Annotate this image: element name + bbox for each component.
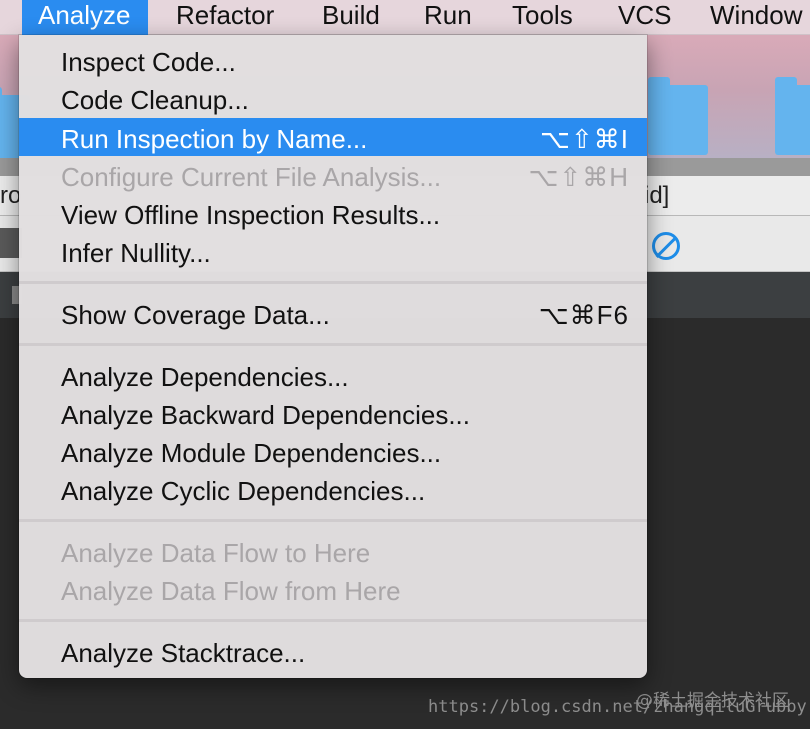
menu-item-analyze-cyclic-dependencies[interactable]: Analyze Cyclic Dependencies... — [19, 470, 647, 508]
menu-item-configure-current-file-analysis[interactable]: Configure Current File Analysis... ⌥⇧⌘H — [19, 156, 647, 194]
menu-item-label: Infer Nullity... — [61, 238, 211, 268]
menu-item-analyze-backward-dependencies[interactable]: Analyze Backward Dependencies... — [19, 394, 647, 432]
menu-separator — [19, 519, 647, 522]
analyze-dropdown-menu: Inspect Code... Code Cleanup... Run Insp… — [19, 35, 647, 678]
folder-icon — [648, 77, 708, 155]
menu-item-label: Analyze Module Dependencies... — [61, 438, 442, 468]
menu-item-label: Code Cleanup... — [61, 85, 249, 115]
menu-item-label: Analyze Data Flow to Here — [61, 538, 371, 568]
menu-item-analyze-dependencies[interactable]: Analyze Dependencies... — [19, 356, 647, 394]
menu-build[interactable]: Build — [322, 0, 380, 35]
menu-item-show-coverage-data[interactable]: Show Coverage Data... ⌥⌘F6 — [19, 294, 647, 332]
menu-item-label: Analyze Backward Dependencies... — [61, 400, 471, 430]
menu-item-label: Analyze Stacktrace... — [61, 638, 306, 668]
menu-item-label: Run Inspection by Name... — [61, 124, 368, 154]
menu-item-analyze-stacktrace[interactable]: Analyze Stacktrace... — [19, 632, 647, 670]
tab-label-fragment[interactable]: id] — [644, 182, 669, 210]
menu-refactor[interactable]: Refactor — [176, 0, 274, 35]
menu-separator — [19, 619, 647, 622]
menu-item-label: Analyze Dependencies... — [61, 362, 349, 392]
menubar: Analyze Refactor Build Run Tools VCS Win… — [0, 0, 810, 35]
menu-item-label: Configure Current File Analysis... — [61, 162, 442, 192]
menu-item-inspect-code[interactable]: Inspect Code... — [19, 41, 647, 79]
menu-item-label: Analyze Data Flow from Here — [61, 576, 401, 606]
menu-item-analyze-module-dependencies[interactable]: Analyze Module Dependencies... — [19, 432, 647, 470]
menu-vcs[interactable]: VCS — [618, 0, 671, 35]
menu-item-view-offline-inspection-results[interactable]: View Offline Inspection Results... — [19, 194, 647, 232]
menu-item-label: Analyze Cyclic Dependencies... — [61, 476, 426, 506]
menu-item-infer-nullity[interactable]: Infer Nullity... — [19, 232, 647, 270]
menu-separator — [19, 343, 647, 346]
menu-item-label: Inspect Code... — [61, 47, 236, 77]
menu-item-shortcut: ⌥⇧⌘I — [540, 124, 629, 154]
menu-window[interactable]: Window — [710, 0, 802, 35]
menu-separator — [19, 281, 647, 284]
menu-item-label: Show Coverage Data... — [61, 300, 330, 330]
watermark-url: https://blog.csdn.net/zhangqiluGrubby — [428, 697, 807, 717]
no-entry-icon[interactable] — [652, 232, 680, 260]
menu-analyze[interactable]: Analyze — [22, 0, 148, 35]
menu-run[interactable]: Run — [424, 0, 472, 35]
menu-item-shortcut: ⌥⇧⌘H — [528, 162, 629, 192]
menu-item-analyze-data-flow-from-here[interactable]: Analyze Data Flow from Here — [19, 570, 647, 608]
menu-item-code-cleanup[interactable]: Code Cleanup... — [19, 79, 647, 117]
menu-item-analyze-data-flow-to-here[interactable]: Analyze Data Flow to Here — [19, 532, 647, 570]
menu-item-label: View Offline Inspection Results... — [61, 200, 441, 230]
menu-tools[interactable]: Tools — [512, 0, 573, 35]
menu-item-run-inspection-by-name[interactable]: Run Inspection by Name... ⌥⇧⌘I — [19, 118, 647, 156]
menu-item-shortcut: ⌥⌘F6 — [538, 300, 629, 330]
folder-icon — [775, 77, 810, 155]
